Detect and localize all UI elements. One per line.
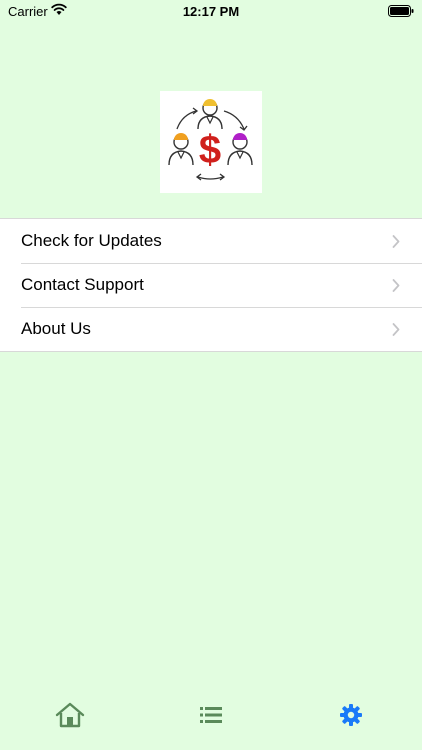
tab-settings[interactable] [335,701,367,729]
chevron-right-icon [392,279,400,292]
tab-list[interactable] [195,701,227,729]
check-for-updates-row[interactable]: Check for Updates [0,219,422,263]
app-logo: $ [160,91,262,193]
battery-icon [388,5,414,17]
about-us-row[interactable]: About Us [0,307,422,351]
chevron-right-icon [392,235,400,248]
svg-text:$: $ [199,128,221,172]
gear-icon [340,704,362,726]
menu-item-label: Contact Support [21,275,144,294]
menu-item-label: About Us [21,319,91,338]
people-money-logo-icon: $ [168,99,253,181]
settings-menu: Check for Updates Contact Support About … [0,218,422,352]
tab-bar [0,694,422,750]
clock: 12:17 PM [182,4,240,19]
list-icon [200,707,222,723]
tab-home[interactable] [54,701,86,729]
chevron-right-icon [392,323,400,336]
status-bar: Carrier 12:17 PM [0,0,422,22]
menu-item-label: Check for Updates [21,231,162,250]
home-icon [55,702,85,728]
contact-support-row[interactable]: Contact Support [0,263,422,307]
